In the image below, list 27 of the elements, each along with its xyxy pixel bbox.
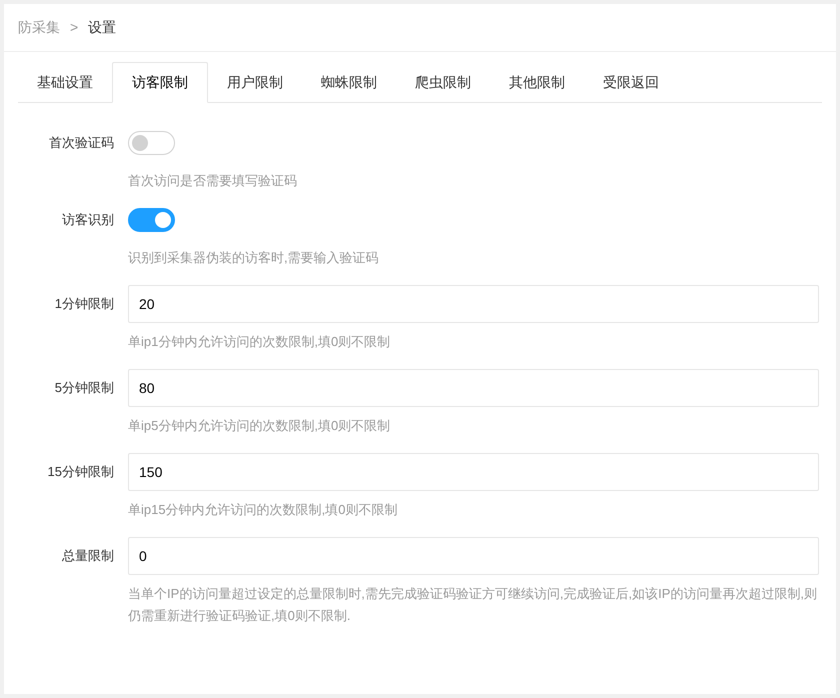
breadcrumb-link[interactable]: 设置 bbox=[88, 17, 116, 38]
toggle-switch[interactable] bbox=[128, 208, 175, 232]
tab[interactable]: 其他限制 bbox=[490, 62, 584, 102]
input-field[interactable]: 80 bbox=[128, 369, 819, 407]
input-field[interactable]: 150 bbox=[128, 453, 819, 491]
tab[interactable]: 访客限制 bbox=[112, 62, 208, 103]
field-label: 首次验证码 bbox=[48, 134, 114, 152]
breadcrumb-separator: > bbox=[70, 18, 78, 37]
input-field[interactable]: 0 bbox=[128, 537, 819, 575]
toggle-switch[interactable] bbox=[128, 131, 175, 155]
tab[interactable]: 用户限制 bbox=[208, 62, 302, 102]
tab[interactable]: 爬虫限制 bbox=[396, 62, 490, 102]
help-text: 识别到采集器伪装的访客时,需要输入验证码 bbox=[128, 249, 380, 267]
help-text: 单ip15分钟内允许访问的次数限制,填0则不限制 bbox=[128, 501, 398, 519]
tab[interactable]: 蜘蛛限制 bbox=[302, 62, 396, 102]
tab[interactable]: 基础设置 bbox=[18, 62, 112, 102]
help-text: 首次访问是否需要填写验证码 bbox=[128, 172, 298, 190]
field-label: 总量限制 bbox=[61, 547, 114, 566]
field-label: 访客识别 bbox=[61, 211, 114, 230]
field-label: 5分钟限制 bbox=[54, 379, 114, 398]
help-text: 单ip1分钟内允许访问的次数限制,填0则不限制 bbox=[128, 333, 392, 351]
field-label: 15分钟限制 bbox=[46, 463, 114, 482]
tab[interactable]: 受限返回 bbox=[584, 62, 678, 102]
help-text: 单ip5分钟内允许访问的次数限制,填0则不限制 bbox=[128, 417, 392, 435]
field-label: 1分钟限制 bbox=[54, 295, 114, 314]
help-text: 当单个IP的访问量超过设定的总量限制时,需先完成验证码验证方可继续访问,完成验证后,如该IP的访问量再次超过限制,则仍需重新进行验证码验证,填0则不限制. bbox=[128, 585, 818, 625]
input-field[interactable]: 20 bbox=[128, 285, 819, 323]
